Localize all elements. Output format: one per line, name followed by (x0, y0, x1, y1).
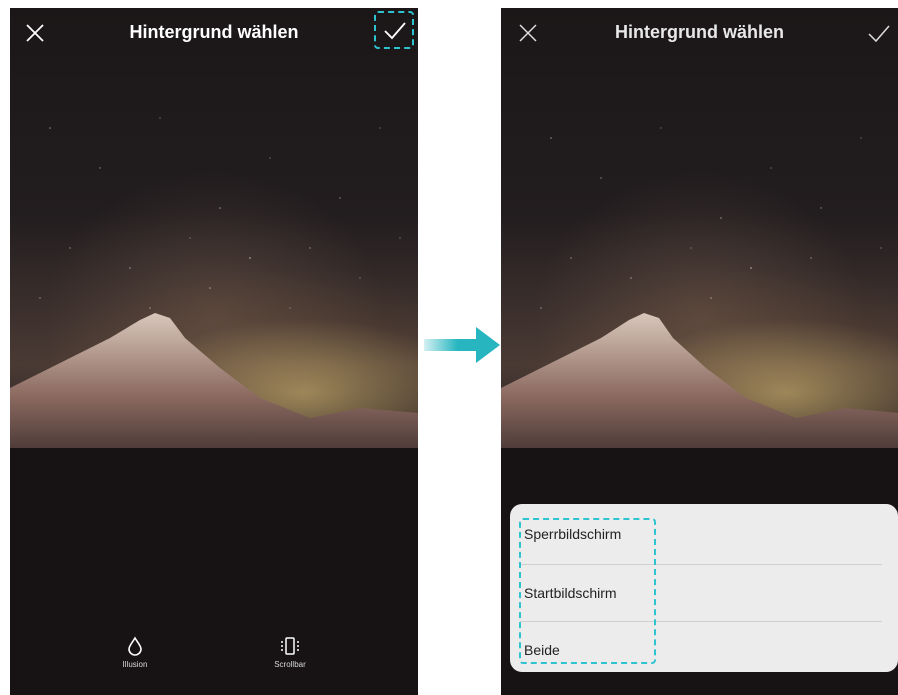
wallpaper-preview-screen-left: Hintergrund wählen Illusion Scrollbar (10, 8, 418, 695)
scrollbar-button[interactable]: Scrollbar (260, 636, 320, 669)
highlight-box-options (519, 518, 656, 664)
page-title: Hintergrund wählen (129, 22, 299, 42)
top-bar: Hintergrund wählen (10, 8, 418, 64)
droplet-icon (128, 636, 142, 656)
illusion-label: Illusion (122, 660, 148, 669)
check-icon[interactable] (382, 19, 408, 41)
scrollbar-label: Scrollbar (274, 660, 306, 669)
mountain-image (10, 313, 418, 695)
set-wallpaper-sheet: Sperrbildschirm Startbildschirm Beide (510, 504, 898, 672)
top-bar: Hintergrund wählen (501, 8, 898, 64)
page-title: Hintergrund wählen (614, 22, 784, 42)
check-icon[interactable] (866, 22, 892, 44)
transition-arrow-icon (424, 327, 500, 363)
scroll-phone-icon (281, 637, 299, 655)
wallpaper-preview-screen-right: Hintergrund wählen Sperrbildschirm Start… (501, 8, 898, 695)
illusion-button[interactable]: Illusion (105, 636, 165, 669)
